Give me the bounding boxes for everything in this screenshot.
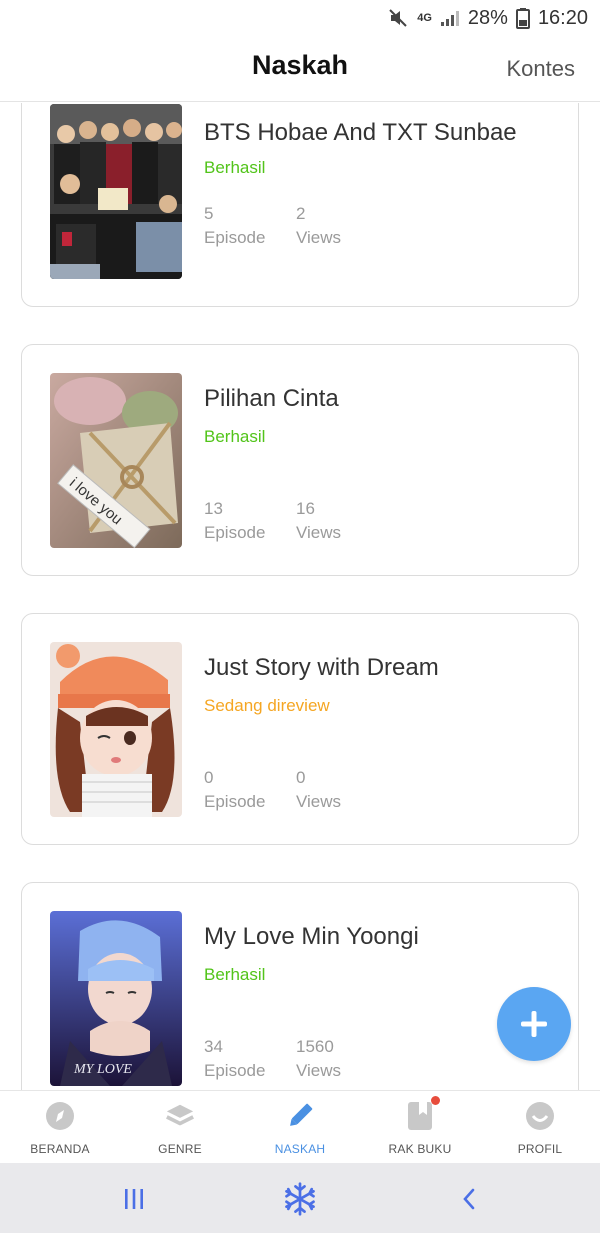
bottom-navigation: BERANDA GENRE NASKAH RAK BUKU PROFIL [0,1090,600,1163]
nav-item-naskah[interactable]: NASKAH [240,1091,360,1164]
kontes-link[interactable]: Kontes [507,56,576,82]
recent-apps-icon [125,1189,143,1209]
episode-number: 0 [204,768,214,787]
notification-dot [431,1096,440,1105]
episode-label: Episode [204,792,266,811]
battery-percent: 28% [467,6,508,29]
nav-label: RAK BUKU [388,1142,452,1156]
nav-item-profil[interactable]: PROFIL [480,1091,600,1164]
story-card[interactable]: MY LOVE My Love Min Yoongi Berhasil 34 E… [21,882,579,1090]
network-4g-icon: 4G [417,12,432,24]
mute-icon [387,7,409,29]
story-title: BTS Hobae And TXT Sunbae [204,119,517,146]
story-card[interactable]: i love you Pilihan Cinta Berhasil 13 Epi… [21,344,579,576]
back-button[interactable] [452,1181,488,1217]
episode-label: Episode [204,228,266,247]
recent-apps-button[interactable] [116,1181,152,1217]
view-number: 16 [296,499,315,518]
story-title: Pilihan Cinta [204,385,339,412]
clock: 16:20 [537,6,588,29]
view-label: Views [296,523,342,542]
view-number: 1560 [296,1037,334,1056]
episode-count: 0 Episode [204,766,265,814]
story-list[interactable]: BTS Hobae And TXT Sunbae Berhasil 5 Epis… [0,103,600,1090]
network-label: 4G [417,12,432,24]
nav-label: PROFIL [517,1142,563,1156]
snowflake-icon [285,1182,315,1216]
view-label: Views [296,1061,342,1080]
nav-item-genre[interactable]: GENRE [120,1091,240,1164]
nav-label: NASKAH [274,1142,326,1156]
battery-icon [515,7,530,29]
status-bar: 4G 28% 16:20 [0,0,600,36]
nav-label: BERANDA [30,1142,90,1156]
story-card[interactable]: BTS Hobae And TXT Sunbae Berhasil 5 Epis… [21,103,579,307]
nav-item-beranda[interactable]: BERANDA [0,1091,120,1164]
compass-icon [45,1101,75,1131]
pencil-icon [285,1101,315,1131]
signal-icon [440,9,460,27]
view-label: Views [296,228,342,247]
story-cover-image: i love you [50,373,182,548]
layers-icon [165,1101,195,1131]
story-title: My Love Min Yoongi [204,923,419,950]
story-cover-image [50,642,182,817]
system-navigation-bar [0,1163,600,1233]
cover-caption: MY LOVE [73,1062,132,1077]
home-button[interactable] [282,1181,318,1217]
view-number: 0 [296,768,306,787]
nav-item-rak-buku[interactable]: RAK BUKU [360,1091,480,1164]
view-count: 16 Views [296,497,341,545]
episode-label: Episode [204,523,266,542]
story-status: Berhasil [204,965,266,984]
add-story-button[interactable] [497,987,571,1061]
episode-label: Episode [204,1061,266,1080]
smile-icon [525,1101,555,1131]
story-status: Berhasil [204,158,266,177]
nav-label: GENRE [158,1142,202,1156]
episode-number: 5 [204,204,214,223]
episode-count: 34 Episode [204,1035,265,1083]
story-status: Berhasil [204,427,266,446]
story-cover-image: MY LOVE [50,911,182,1086]
view-number: 2 [296,204,306,223]
story-status: Sedang direview [204,696,330,715]
episode-number: 34 [204,1037,223,1056]
episode-count: 13 Episode [204,497,265,545]
view-label: Views [296,792,342,811]
view-count: 2 Views [296,202,341,250]
plus-icon [521,1011,547,1037]
story-cover-image [50,104,182,279]
view-count: 0 Views [296,766,341,814]
back-arrow-icon [463,1188,475,1210]
view-count: 1560 Views [296,1035,341,1083]
bookmark-book-icon [405,1096,440,1131]
episode-count: 5 Episode [204,202,265,250]
story-card[interactable]: Just Story with Dream Sedang direview 0 … [21,613,579,845]
story-title: Just Story with Dream [204,654,439,681]
episode-number: 13 [204,499,223,518]
app-header: Naskah Kontes [0,36,600,102]
